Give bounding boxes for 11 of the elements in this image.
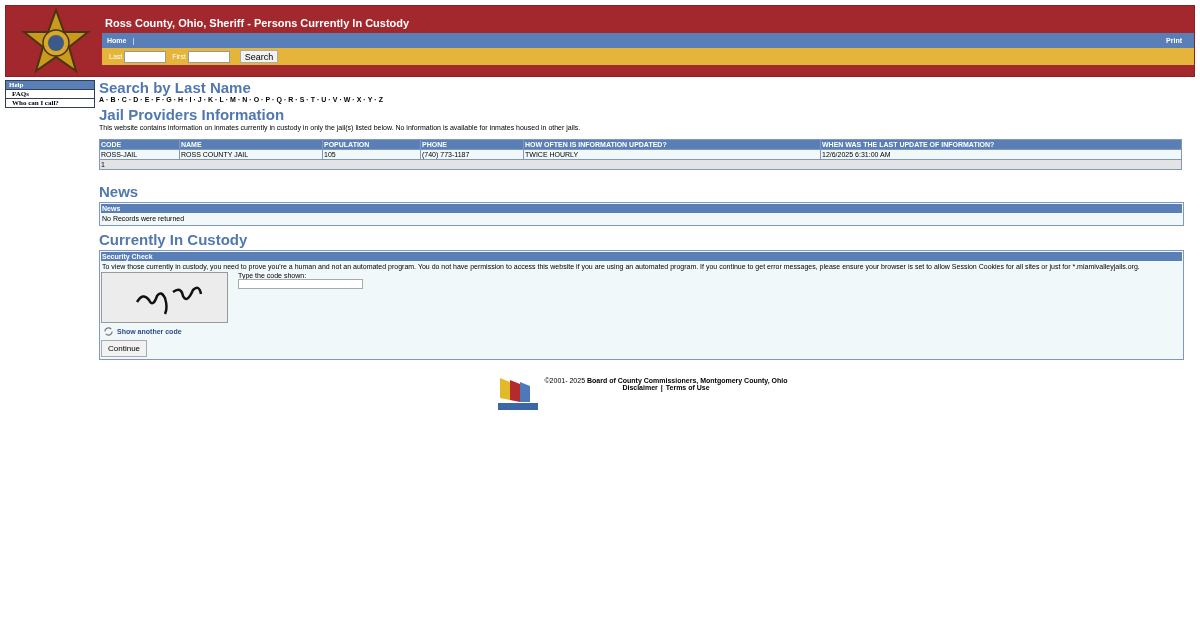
- page-title: Ross County, Ohio, Sheriff - Persons Currently In Custody: [104, 16, 411, 31]
- first-name-input[interactable]: [187, 50, 230, 63]
- section-heading: News: [99, 184, 140, 200]
- last-name-input[interactable]: [124, 50, 167, 63]
- refresh-icon: [103, 326, 114, 337]
- section-heading: Search by Last Name: [99, 80, 252, 96]
- search-button[interactable]: Search: [239, 50, 279, 63]
- code-input[interactable]: [238, 279, 363, 289]
- section-heading: Currently In Custody: [99, 232, 249, 248]
- section-heading: Jail Providers Information: [99, 107, 286, 123]
- continue-button[interactable]: Continue: [101, 340, 148, 357]
